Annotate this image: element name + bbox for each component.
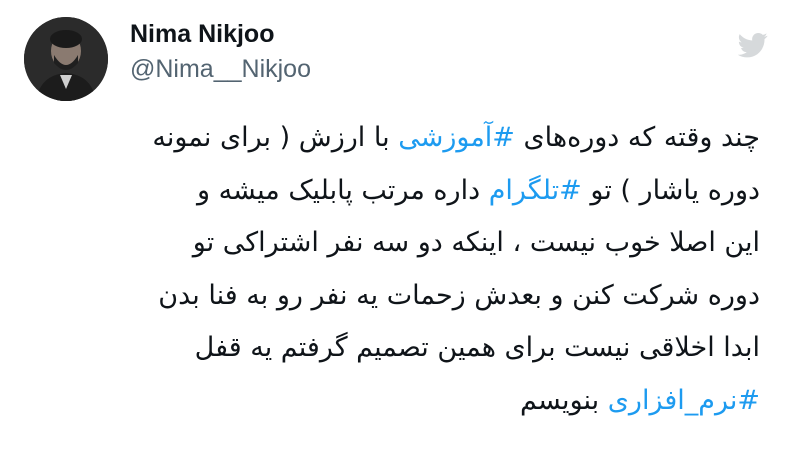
twitter-bird-icon <box>738 33 768 58</box>
tweet-line: چند وقته که دوره‌های #آموزشی با ارزش ( ب… <box>40 112 760 165</box>
tweet-text-segment: ابدا اخلاقی نیست برای همین تصمیم گرفتم ی… <box>194 332 760 363</box>
hashtag-link[interactable]: #تلگرام <box>489 175 582 206</box>
tweet-text-segment: دوره شرکت کنن و بعدش زحمات یه نفر رو به … <box>158 279 760 311</box>
tweet-line: دوره یاشار ) تو #تلگرام داره مرتب پابلیک… <box>40 165 760 218</box>
tweet-text-segment: داره مرتب پابلیک میشه و <box>196 174 489 206</box>
tweet-text-segment: این اصلا خوب نیست ، اینکه دو سه نفر اشتر… <box>192 227 760 258</box>
tweet-text: چند وقته که دوره‌های #آموزشی با ارزش ( ب… <box>40 112 760 427</box>
author-handle[interactable]: @Nima__Nikjoo <box>130 55 311 84</box>
tweet-line: ابدا اخلاقی نیست برای همین تصمیم گرفتم ی… <box>40 322 760 375</box>
tweet-line: #نرم_افزاری بنویسم <box>40 375 760 428</box>
tweet-text-segment: دوره یاشار ) تو <box>581 174 760 206</box>
author-name[interactable]: Nima Nikjoo <box>130 20 274 49</box>
user-avatar-icon <box>24 17 108 101</box>
hashtag-link[interactable]: #نرم_افزاری <box>608 385 760 416</box>
tweet-line: این اصلا خوب نیست ، اینکه دو سه نفر اشتر… <box>40 217 760 270</box>
hashtag-link[interactable]: #آموزشی <box>398 122 515 153</box>
tweet-text-segment: چند وقته که دوره‌های <box>514 122 760 153</box>
avatar[interactable] <box>24 17 108 101</box>
tweet-line: دوره شرکت کنن و بعدش زحمات یه نفر رو به … <box>40 270 760 323</box>
tweet-text-segment: با ارزش ( برای نمونه <box>152 122 399 153</box>
tweet-text-segment: بنویسم <box>520 384 608 416</box>
